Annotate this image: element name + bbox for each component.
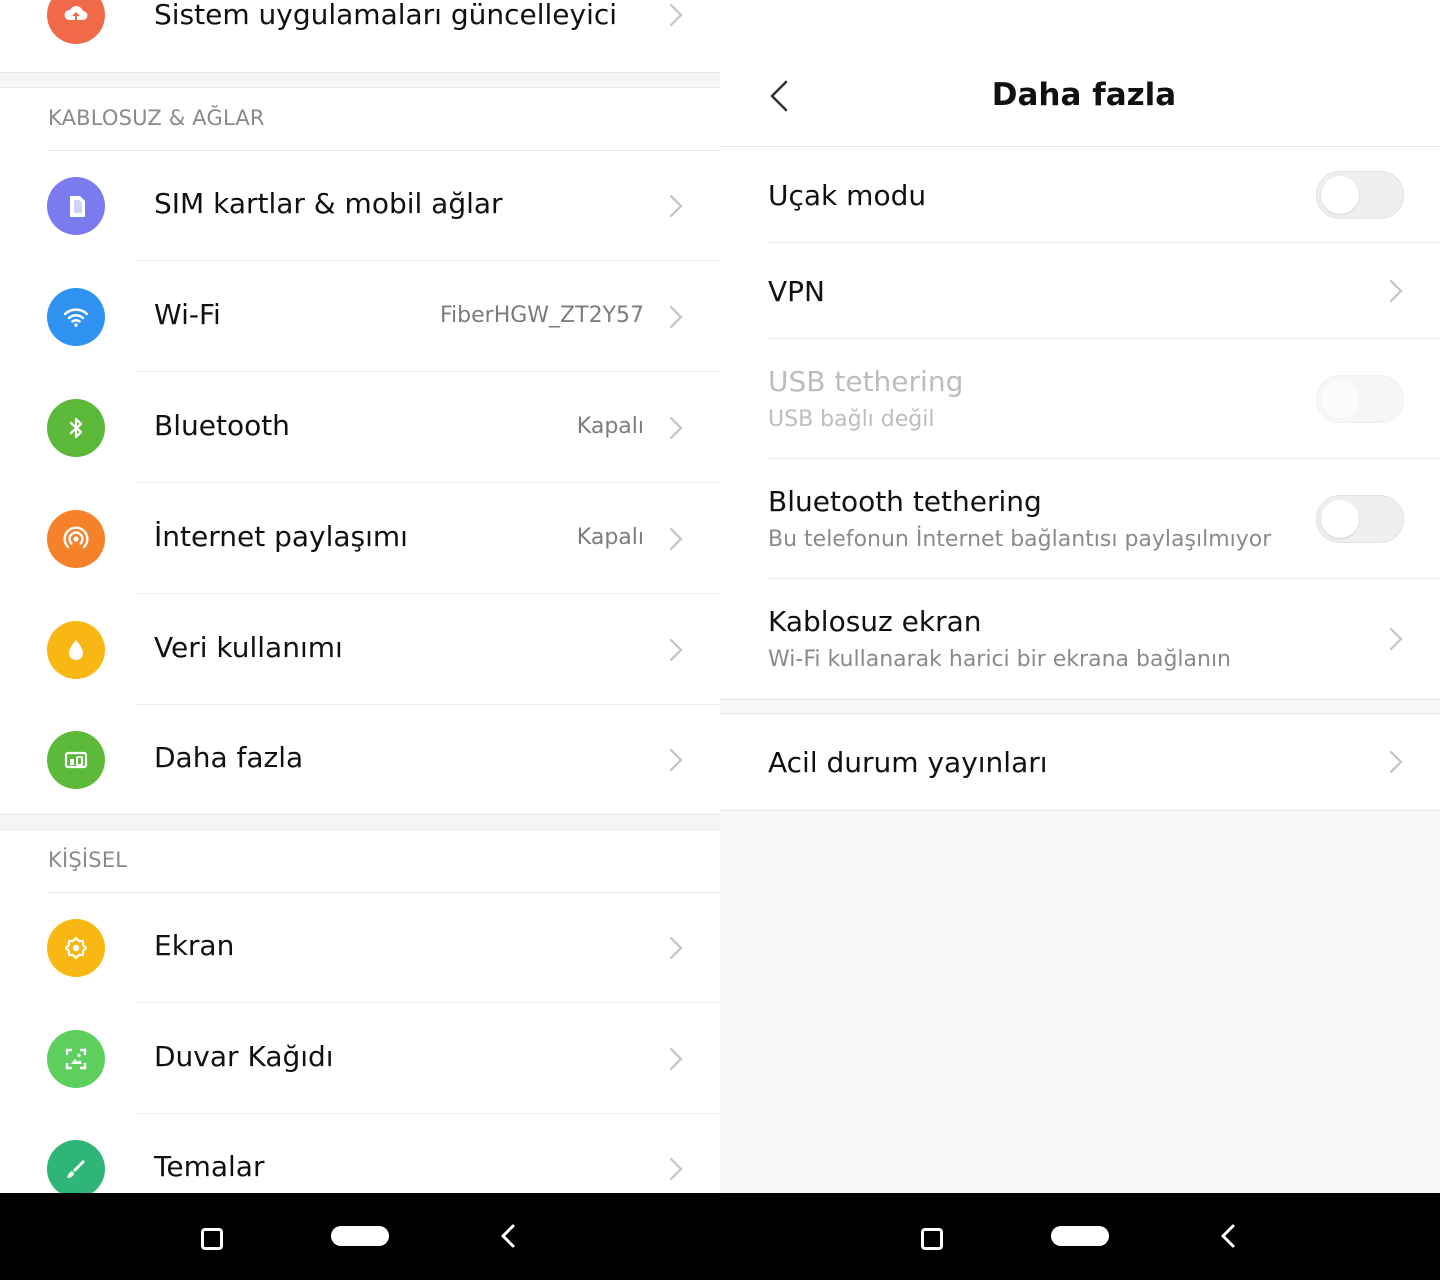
list-item-label: Duvar Kağıdı [154,1040,334,1073]
list-item-label: Acil durum yayınları [768,746,1048,779]
list-item-vpn[interactable]: VPN [720,243,1440,339]
list-item-internet-sharing[interactable]: İnternet paylaşımı Kapalı [0,484,720,594]
chevron-right-icon [668,193,684,219]
list-item-label: Bluetooth [154,409,290,442]
list-item-label: Bluetooth tethering [768,485,1042,518]
chevron-right-icon [1388,626,1404,652]
wallpaper-icon [47,1030,105,1088]
hotspot-status: Kapalı [576,525,644,550]
list-item-bluetooth[interactable]: Bluetooth Kapalı [0,373,720,483]
bluetooth-icon [47,399,105,457]
list-item-label: Uçak modu [768,179,927,212]
list-item-label: Veri kullanımı [154,631,343,664]
list-item-more[interactable]: Daha fazla [0,705,720,815]
recent-apps-icon[interactable] [921,1228,943,1250]
list-item-label: SIM kartlar & mobil ağlar [154,187,503,220]
list-item-label: USB tethering [768,365,964,398]
list-item-label: Sistem uygulamaları güncelleyici [154,0,618,31]
cloud-upload-icon [47,0,105,44]
chevron-right-icon [668,304,684,330]
list-item-usb-tethering: USB tethering USB bağlı değil [720,339,1440,459]
more-devices-icon [47,731,105,789]
list-item-subtitle: USB bağlı değil [768,407,935,432]
navigation-bar [0,1193,720,1280]
list-item-wireless-display[interactable]: Kablosuz ekran Wi-Fi kullanarak harici b… [720,579,1440,699]
list-item-label: VPN [768,275,825,308]
usb-tethering-toggle [1316,375,1404,423]
list-item-data-usage[interactable]: Veri kullanımı [0,595,720,705]
list-item-subtitle: Bu telefonun İnternet bağlantısı paylaşı… [768,527,1272,552]
chevron-right-icon [1388,278,1404,304]
list-item-label: İnternet paylaşımı [154,520,408,553]
toggle-knob [1321,176,1359,214]
list-item-wallpaper[interactable]: Duvar Kağıdı [0,1004,720,1114]
list-item-label: Daha fazla [154,741,304,774]
chevron-right-icon [668,2,684,28]
home-pill-icon[interactable] [331,1226,389,1246]
toggle-knob [1321,380,1359,418]
toggle-knob [1321,500,1359,538]
wifi-icon [47,288,105,346]
list-item-label: Kablosuz ekran [768,605,982,638]
brush-icon [47,1140,105,1193]
section-gap [0,814,720,830]
back-icon[interactable] [1220,1223,1236,1249]
back-icon[interactable] [500,1223,516,1249]
recent-apps-icon[interactable] [201,1228,223,1250]
hotspot-icon [47,510,105,568]
chevron-right-icon [668,637,684,663]
list-item-label: Ekran [154,929,235,962]
chevron-right-icon [668,935,684,961]
airplane-mode-toggle[interactable] [1316,171,1404,219]
section-header-wireless: KABLOSUZ & AĞLAR [48,106,265,130]
chevron-right-icon [668,526,684,552]
more-settings-screen: Daha fazla Uçak modu VPN USB tethering U… [720,0,1440,1193]
list-item-system-apps-updater[interactable]: Sistem uygulamaları güncelleyici [0,0,720,73]
list-item-sim-cards[interactable]: SIM kartlar & mobil ağlar [0,151,720,261]
chevron-right-icon [668,747,684,773]
list-item-wifi[interactable]: Wi-Fi FiberHGW_ZT2Y57 [0,262,720,372]
section-header-personal: KİŞİSEL [48,848,128,872]
navigation-bar [720,1193,1440,1280]
wifi-network-name: FiberHGW_ZT2Y57 [440,303,644,328]
list-item-display[interactable]: Ekran [0,893,720,1003]
settings-card-network: Uçak modu VPN USB tethering USB bağlı de… [720,147,1440,700]
chevron-right-icon [668,1156,684,1182]
home-pill-icon[interactable] [1051,1226,1109,1246]
chevron-right-icon [668,1046,684,1072]
chevron-right-icon [1388,749,1404,775]
top-app-bar: Daha fazla [720,0,1440,147]
display-brightness-icon [47,919,105,977]
settings-card-emergency: Acil durum yayınları [720,713,1440,811]
data-drop-icon [47,621,105,679]
page-title: Daha fazla [991,77,1177,113]
list-item-themes[interactable]: Temalar [0,1114,720,1193]
list-item-emergency-broadcasts[interactable]: Acil durum yayınları [720,714,1440,810]
list-item-subtitle: Wi-Fi kullanarak harici bir ekrana bağla… [768,647,1231,672]
settings-main-screen: Sistem uygulamaları güncelleyici KABLOSU… [0,0,720,1193]
list-item-airplane-mode[interactable]: Uçak modu [720,147,1440,243]
chevron-right-icon [668,415,684,441]
list-item-label: Wi-Fi [154,298,221,331]
list-item-bluetooth-tethering[interactable]: Bluetooth tethering Bu telefonun İnterne… [720,459,1440,579]
section-gap [0,73,720,88]
list-item-label: Temalar [154,1150,265,1183]
bluetooth-status: Kapalı [576,414,644,439]
bluetooth-tethering-toggle[interactable] [1316,495,1404,543]
sim-card-icon [47,177,105,235]
